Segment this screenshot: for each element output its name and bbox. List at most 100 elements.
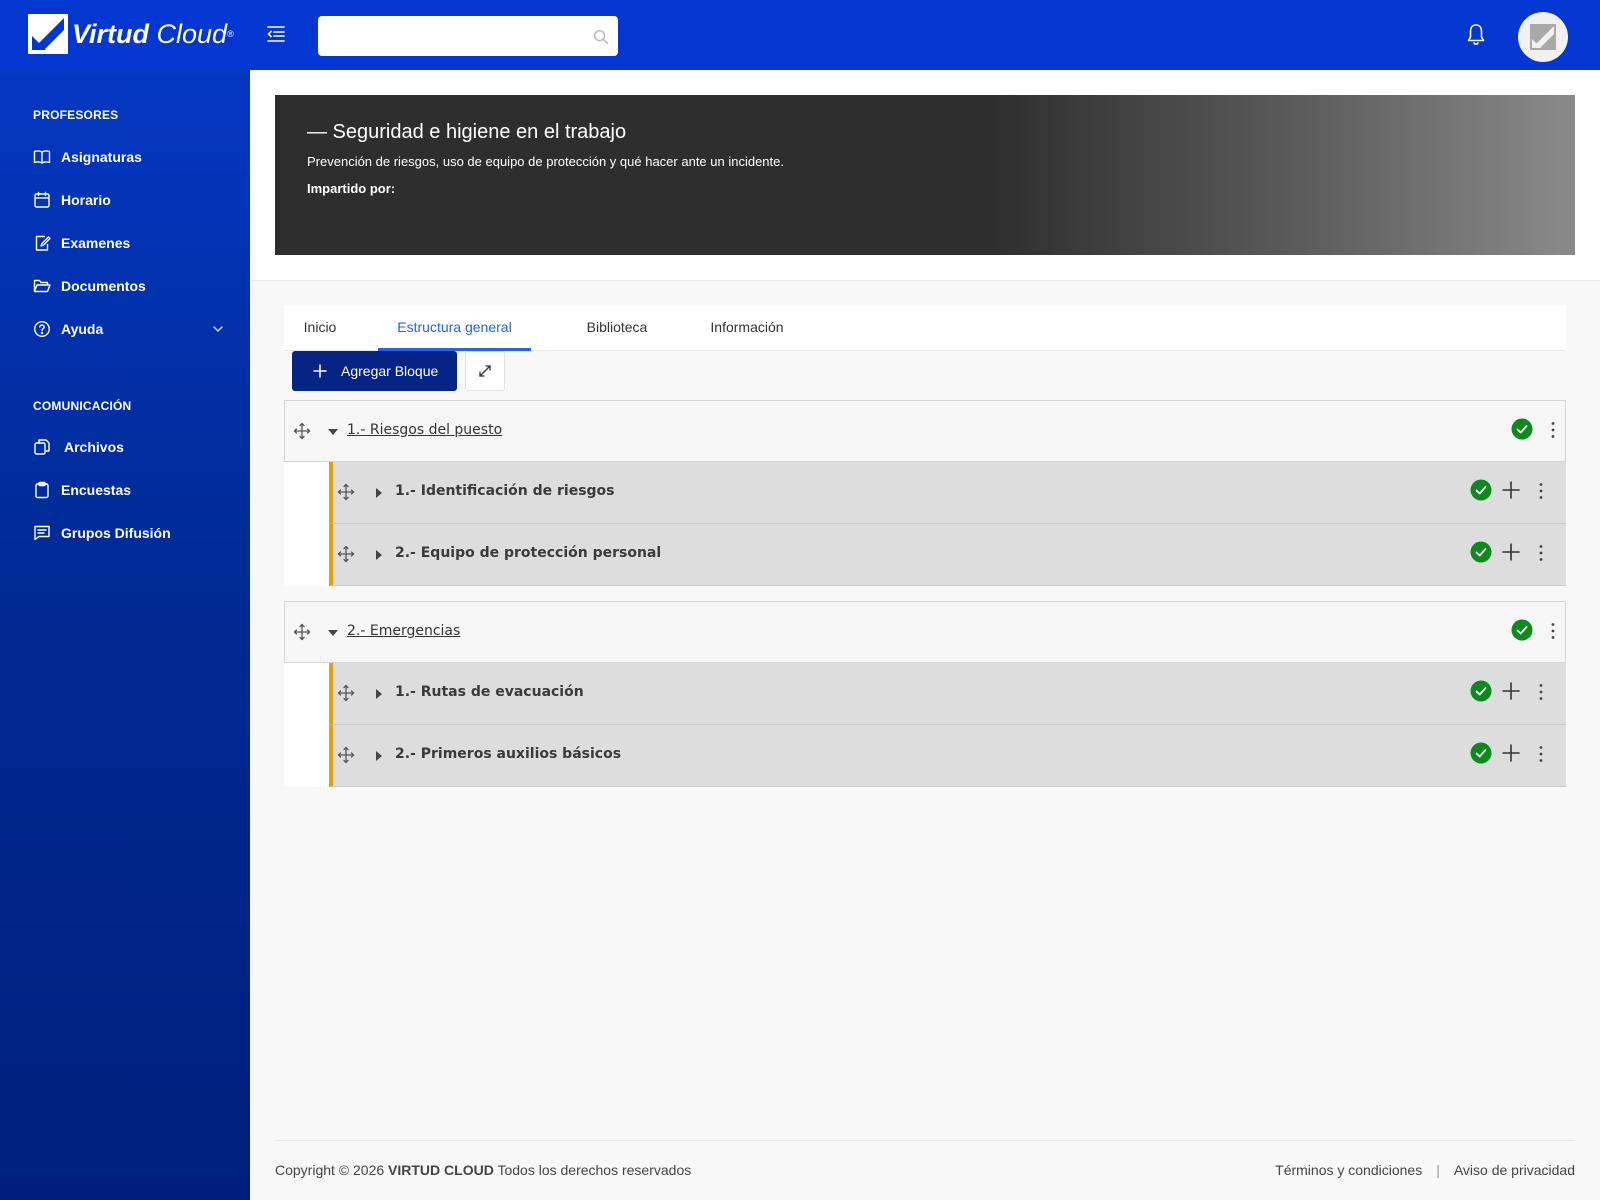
drag-handle-icon[interactable] [337,545,355,563]
search-input[interactable] [318,16,618,56]
help-circle-icon [33,320,51,338]
sidebar-item-documentos[interactable]: Documentos [33,270,229,302]
list-item[interactable]: 2.- Primeros auxilios básicos [329,725,1566,787]
top-bar: Virtud Cloud® [0,0,1600,70]
list-item[interactable]: 1.- Identificación de riesgos [329,462,1566,524]
add-item-icon[interactable] [1501,681,1521,701]
drag-handle-icon[interactable] [293,422,311,440]
tab-estructura-general[interactable]: Estructura general [378,305,531,351]
item-title[interactable]: 1.- Rutas de evacuación [395,684,584,700]
course-tabs: Inicio Estructura general Biblioteca Inf… [284,305,1566,351]
copyright-brand: VIRTUD CLOUD [388,1162,494,1178]
copy-files-icon [34,439,50,455]
more-options-icon[interactable] [1538,482,1544,500]
sidebar-item-archivos[interactable]: Archivos [33,431,229,463]
sidebar-item-label: Ayuda [61,321,104,337]
chevron-down-icon[interactable] [211,322,225,336]
user-avatar[interactable] [1518,12,1568,62]
more-options-icon[interactable] [1538,745,1544,763]
expand-arrows-icon [479,365,491,377]
more-options-icon[interactable] [1538,683,1544,701]
block-title[interactable]: 2.- Emergencias [347,623,460,639]
caret-down-icon[interactable] [327,426,339,438]
clipboard-icon [35,481,49,499]
sidebar-section-title: COMUNICACIÓN [33,399,132,413]
menu-collapse-icon[interactable] [264,22,288,46]
edit-document-icon [35,235,51,251]
row-indent-spacer [284,462,329,586]
item-title[interactable]: 2.- Equipo de protección personal [395,545,661,561]
item-title[interactable]: 2.- Primeros auxilios básicos [395,746,621,762]
caret-right-icon[interactable] [373,750,385,762]
check-circle-icon [1470,680,1492,702]
add-item-icon[interactable] [1501,743,1521,763]
sidebar-item-label: Examenes [61,235,131,251]
terms-link[interactable]: Términos y condiciones [1275,1162,1422,1178]
more-options-icon[interactable] [1550,622,1556,640]
course-description: Prevención de riesgos, uso de equipo de … [307,154,784,169]
drag-handle-icon[interactable] [337,684,355,702]
add-item-icon[interactable] [1501,480,1521,500]
copyright: Copyright © 2026 VIRTUD CLOUD Todos los … [275,1162,691,1178]
sidebar-item-label: Grupos Difusión [61,525,171,541]
tab-inicio[interactable]: Inicio [284,305,356,351]
expand-all-button[interactable] [465,351,505,391]
logo-text: Virtud Cloud® [72,19,234,49]
book-open-icon [33,150,51,164]
block-title[interactable]: 1.- Riesgos del puesto [347,422,502,438]
drag-handle-icon[interactable] [337,746,355,764]
footer-divider [275,1140,1575,1141]
footer-separator: | [1436,1162,1440,1178]
sidebar-item-grupos-difusion[interactable]: Grupos Difusión [33,517,229,549]
drag-handle-icon[interactable] [337,483,355,501]
sidebar-item-label: Encuestas [61,482,132,498]
footer-links: Términos y condiciones | Aviso de privac… [1275,1162,1575,1178]
course-banner: — Seguridad e higiene en el trabajo Prev… [275,95,1575,255]
tab-biblioteca[interactable]: Biblioteca [574,305,660,351]
sidebar-item-examenes[interactable]: Examenes [33,227,229,259]
check-circle-icon [1511,418,1533,440]
check-circle-icon [1511,619,1533,641]
logo[interactable]: Virtud Cloud® [28,14,234,54]
notification-bell-icon[interactable] [1464,22,1488,48]
caret-right-icon[interactable] [373,549,385,561]
avatar-image-icon [1530,24,1556,50]
drag-handle-icon[interactable] [293,623,311,641]
sidebar-section-title: PROFESORES [33,108,119,122]
list-item[interactable]: 1.- Rutas de evacuación [329,663,1566,725]
block-emergencias[interactable]: 2.- Emergencias [284,601,1566,663]
logo-mark-icon [28,14,68,54]
folder-open-icon [33,279,51,293]
sidebar-item-asignaturas[interactable]: Asignaturas [33,141,229,173]
more-options-icon[interactable] [1538,544,1544,562]
sidebar-item-ayuda[interactable]: Ayuda [33,313,229,345]
sidebar-item-encuestas[interactable]: Encuestas [33,474,229,506]
check-circle-icon [1470,742,1492,764]
sidebar-item-label: Documentos [61,278,146,294]
course-title: — Seguridad e higiene en el trabajo [307,121,627,143]
block-riesgos-del-puesto[interactable]: 1.- Riesgos del puesto [284,400,1566,462]
check-circle-icon [1470,479,1492,501]
sidebar-item-horario[interactable]: Horario [33,184,229,216]
caret-down-icon[interactable] [327,627,339,639]
list-item[interactable]: 2.- Equipo de protección personal [329,524,1566,586]
sidebar: PROFESORES Asignaturas Horario Examenes … [0,70,250,1200]
row-indent-spacer [284,663,329,787]
tab-informacion[interactable]: Información [695,305,799,351]
caret-right-icon[interactable] [373,487,385,499]
sidebar-item-label: Archivos [64,439,124,455]
add-item-icon[interactable] [1501,542,1521,562]
item-title[interactable]: 1.- Identificación de riesgos [395,483,615,499]
course-taught-by: Impartido por: [307,181,396,196]
add-block-button[interactable]: Agregar Bloque [292,351,457,391]
sidebar-item-label: Asignaturas [61,149,142,165]
caret-right-icon[interactable] [373,688,385,700]
plus-icon [313,364,327,378]
course-header: — Seguridad e higiene en el trabajo Prev… [250,70,1600,281]
add-block-label: Agregar Bloque [341,363,439,379]
more-options-icon[interactable] [1550,421,1556,439]
message-list-icon [34,525,50,541]
copyright-suffix: Todos los derechos reservados [497,1162,692,1178]
privacy-link[interactable]: Aviso de privacidad [1454,1162,1575,1178]
copyright-prefix: Copyright © 2026 [275,1162,385,1178]
